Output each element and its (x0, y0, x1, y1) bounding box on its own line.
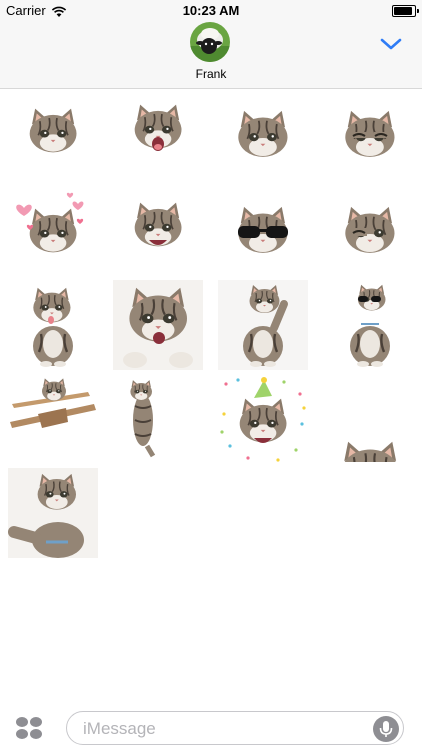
message-field[interactable] (66, 711, 404, 746)
sticker-kitten-licking[interactable] (8, 280, 98, 370)
battery-level (394, 7, 412, 15)
kitten-reaching-icon (8, 468, 98, 558)
kitten-licking-icon (8, 280, 98, 370)
sheep-avatar-icon (190, 22, 230, 62)
kitten-face-winking-icon (325, 186, 415, 276)
sticker-kitten-climbing[interactable] (113, 374, 203, 464)
kitten-face-icon (8, 92, 98, 182)
kitten-climbing-icon (113, 374, 156, 458)
battery-icon (392, 5, 419, 17)
status-time: 10:23 AM (182, 3, 240, 18)
status-bar: Carrier 10:23 AM (0, 0, 422, 22)
kitten-party-hat-confetti-icon (220, 377, 306, 462)
sticker-kitten-face[interactable] (8, 92, 98, 182)
contact-avatar[interactable] (190, 22, 230, 62)
sticker-kitten-face-squinting[interactable] (325, 92, 415, 182)
collapse-button[interactable] (376, 32, 406, 56)
sticker-kitten-face-winking[interactable] (325, 186, 415, 276)
sticker-kitten-face-sunglasses[interactable] (218, 186, 308, 276)
kitten-face-meowing-icon (113, 92, 203, 151)
kitten-waving-icon (218, 280, 308, 370)
sticker-kitten-face-looking[interactable] (218, 92, 308, 182)
sticker-kitten-sitting-sunglasses[interactable] (325, 280, 415, 370)
kitten-meowing-paws-icon (113, 280, 203, 370)
conversation-header: Carrier 10:23 AM Frank (0, 0, 422, 89)
kitten-face-squinting-icon (325, 92, 415, 182)
sticker-kitten-face-hearts[interactable] (8, 186, 98, 276)
sticker-kitten-face-meowing[interactable] (113, 92, 203, 182)
message-input[interactable] (81, 712, 365, 746)
sticker-kitten-peeking[interactable] (325, 374, 415, 464)
sticker-kitten-face-laughing[interactable] (113, 186, 203, 276)
contact-name[interactable]: Frank (0, 67, 422, 81)
sticker-kitten-waving[interactable] (218, 280, 308, 370)
kitten-face-laughing-icon (113, 186, 203, 276)
sticker-kitten-meowing-paws[interactable] (113, 280, 203, 370)
sticker-kitten-reaching[interactable] (8, 468, 98, 558)
kitten-peeking-icon (325, 374, 415, 464)
kitten-face-sunglasses-icon (218, 186, 308, 276)
microphone-icon (379, 721, 393, 737)
kitten-face-hearts-icon (16, 192, 84, 276)
apps-button[interactable] (14, 715, 44, 741)
sticker-kitten-on-biplane[interactable] (8, 374, 98, 464)
chevron-down-icon (380, 38, 402, 50)
apps-grid-icon (16, 717, 42, 739)
kitten-sitting-sunglasses-icon (325, 280, 415, 370)
sticker-kitten-party-hat-confetti[interactable] (218, 374, 308, 464)
kitten-face-looking-icon (218, 92, 308, 182)
message-input-bar (0, 706, 422, 750)
mic-button[interactable] (373, 716, 399, 742)
kitten-on-biplane-icon (10, 374, 96, 428)
